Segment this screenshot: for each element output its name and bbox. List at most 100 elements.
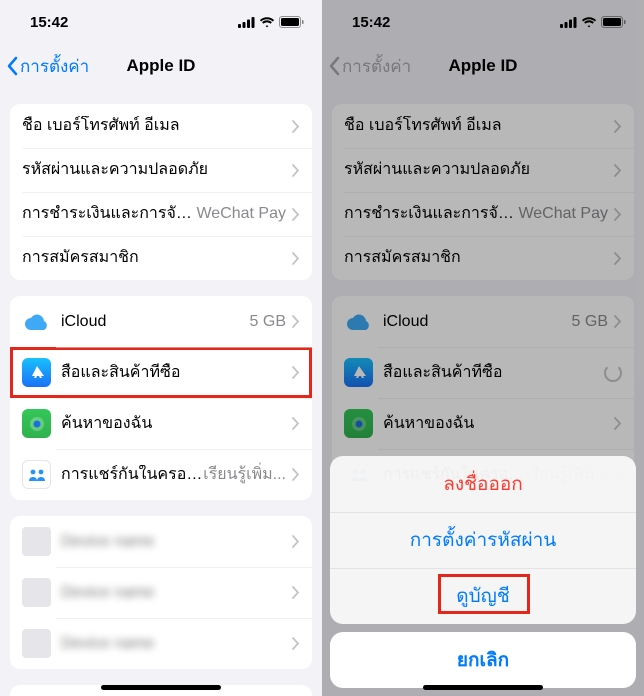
chevron-right-icon: [292, 586, 300, 599]
home-indicator[interactable]: [101, 685, 221, 690]
status-time: 15:42: [30, 14, 68, 31]
back-button[interactable]: การตั้งค่า: [6, 53, 89, 80]
sheet-group: ลงชื่อออก การตั้งค่ารหัสผ่าน ดูบัญชี: [330, 456, 636, 624]
row-label: Device name: [61, 583, 292, 603]
row-label: สื่อและสินค้าที่ซื้อ: [383, 363, 604, 383]
row-detail: 5 GB: [572, 313, 608, 331]
row-label: การแชร์กันในครอบครัว: [61, 465, 203, 485]
content: ชื่อ เบอร์โทรศัพท์ อีเมล รหัสผ่านและความ…: [0, 88, 322, 696]
row-find-my: ค้นหาของฉัน: [332, 398, 634, 449]
row-label: ชื่อ เบอร์โทรศัพท์ อีเมล: [344, 116, 614, 136]
row-detail: 5 GB: [250, 313, 286, 331]
action-sheet: ลงชื่อออก การตั้งค่ารหัสผ่าน ดูบัญชี ยกเ…: [330, 456, 636, 688]
row-label: ค้นหาของฉัน: [383, 414, 614, 434]
status-indicators: [560, 16, 626, 28]
row-subscriptions: การสมัครสมาชิก: [332, 236, 634, 280]
chevron-right-icon: [292, 366, 300, 379]
group-personal: ชื่อ เบอร์โทรศัพท์ อีเมล รหัสผ่านและความ…: [10, 104, 312, 280]
row-label: การชำระเงินและการจัดส่ง: [22, 204, 196, 224]
status-bar: 15:42: [0, 0, 322, 44]
row-subscriptions[interactable]: การสมัครสมาชิก: [10, 236, 312, 280]
chevron-right-icon: [292, 468, 300, 481]
chevron-right-icon: [292, 252, 300, 265]
sheet-view-account[interactable]: ดูบัญชี: [330, 568, 636, 624]
status-bar: 15:42: [322, 0, 644, 44]
appstore-icon: [22, 358, 51, 387]
group-devices: Device name Device name Device name: [10, 516, 312, 669]
row-media-purchases[interactable]: สื่อและสินค้าที่ซื้อ: [10, 347, 312, 398]
chevron-right-icon: [614, 120, 622, 133]
chevron-right-icon: [292, 637, 300, 650]
row-media-purchases: สื่อและสินค้าที่ซื้อ: [332, 347, 634, 398]
chevron-right-icon: [292, 208, 300, 221]
findmy-icon: [344, 409, 373, 438]
sheet-cancel[interactable]: ยกเลิก: [330, 632, 636, 688]
row-label: iCloud: [383, 312, 572, 332]
sheet-label: การตั้งค่ารหัสผ่าน: [410, 525, 557, 555]
row-password-security: รหัสผ่านและความปลอดภัย: [332, 148, 634, 192]
row-label: สื่อและสินค้าที่ซื้อ: [61, 363, 292, 383]
chevron-right-icon: [614, 417, 622, 430]
row-label: Device name: [61, 532, 292, 552]
row-payment-shipping[interactable]: การชำระเงินและการจัดส่ง WeChat Pay: [10, 192, 312, 236]
row-family-sharing[interactable]: การแชร์กันในครอบครัว เรียนรู้เพิ่ม...: [10, 449, 312, 500]
nav-bar: การตั้งค่า Apple ID: [0, 44, 322, 88]
row-detail: เรียนรู้เพิ่ม...: [203, 462, 286, 487]
device-icon: [22, 629, 51, 658]
icloud-icon: [22, 307, 51, 336]
screen-left: 15:42 การตั้งค่า Apple ID ชื่อ เบอร์โทรศ…: [0, 0, 322, 696]
chevron-right-icon: [292, 315, 300, 328]
status-time: 15:42: [352, 14, 390, 31]
group-services: iCloud 5 GB สื่อและสินค้าที่ซื้อ ค้นหาขอ…: [10, 296, 312, 500]
row-label: Device name: [61, 634, 292, 654]
chevron-left-icon: [6, 56, 18, 76]
sheet-label: ดูบัญชี: [456, 581, 509, 611]
home-indicator[interactable]: [423, 685, 543, 690]
wifi-icon: [259, 17, 275, 28]
nav-bar: การตั้งค่า Apple ID: [322, 44, 644, 88]
signal-icon: [238, 17, 255, 28]
signal-icon: [560, 17, 577, 28]
battery-icon: [601, 16, 626, 28]
wifi-icon: [581, 17, 597, 28]
row-label: การชำระเงินและการจัดส่ง: [344, 204, 518, 224]
screen-right: 15:42 การตั้งค่า Apple ID ชื่อ เบอร์โทรศ…: [322, 0, 644, 696]
row-name-phone-email: ชื่อ เบอร์โทรศัพท์ อีเมล: [332, 104, 634, 148]
back-label: การตั้งค่า: [342, 53, 411, 80]
row-detail: WeChat Pay: [196, 205, 286, 223]
back-label: การตั้งค่า: [20, 53, 89, 80]
row-find-my[interactable]: ค้นหาของฉัน: [10, 398, 312, 449]
row-device[interactable]: Device name: [10, 618, 312, 669]
findmy-icon: [22, 409, 51, 438]
family-icon: [22, 460, 51, 489]
row-icloud[interactable]: iCloud 5 GB: [10, 296, 312, 347]
row-icloud: iCloud 5 GB: [332, 296, 634, 347]
row-password-security[interactable]: รหัสผ่านและความปลอดภัย: [10, 148, 312, 192]
row-label: ค้นหาของฉัน: [61, 414, 292, 434]
chevron-right-icon: [292, 164, 300, 177]
device-icon: [22, 527, 51, 556]
chevron-left-icon: [328, 56, 340, 76]
row-label: iCloud: [61, 312, 250, 332]
battery-icon: [279, 16, 304, 28]
chevron-right-icon: [292, 120, 300, 133]
chevron-right-icon: [292, 535, 300, 548]
row-label: รหัสผ่านและความปลอดภัย: [22, 160, 292, 180]
back-button: การตั้งค่า: [328, 53, 411, 80]
sheet-password-settings[interactable]: การตั้งค่ารหัสผ่าน: [330, 512, 636, 568]
row-label: รหัสผ่านและความปลอดภัย: [344, 160, 614, 180]
row-payment-shipping: การชำระเงินและการจัดส่ง WeChat Pay: [332, 192, 634, 236]
group-personal: ชื่อ เบอร์โทรศัพท์ อีเมล รหัสผ่านและความ…: [332, 104, 634, 280]
chevron-right-icon: [292, 417, 300, 430]
chevron-right-icon: [614, 208, 622, 221]
sheet-sign-out[interactable]: ลงชื่อออก: [330, 456, 636, 512]
row-device[interactable]: Device name: [10, 516, 312, 567]
sheet-label: ลงชื่อออก: [443, 469, 523, 499]
chevron-right-icon: [614, 315, 622, 328]
row-detail: WeChat Pay: [518, 205, 608, 223]
row-name-phone-email[interactable]: ชื่อ เบอร์โทรศัพท์ อีเมล: [10, 104, 312, 148]
icloud-icon: [344, 307, 373, 336]
appstore-icon: [344, 358, 373, 387]
row-device[interactable]: Device name: [10, 567, 312, 618]
row-label: การสมัครสมาชิก: [344, 248, 614, 268]
